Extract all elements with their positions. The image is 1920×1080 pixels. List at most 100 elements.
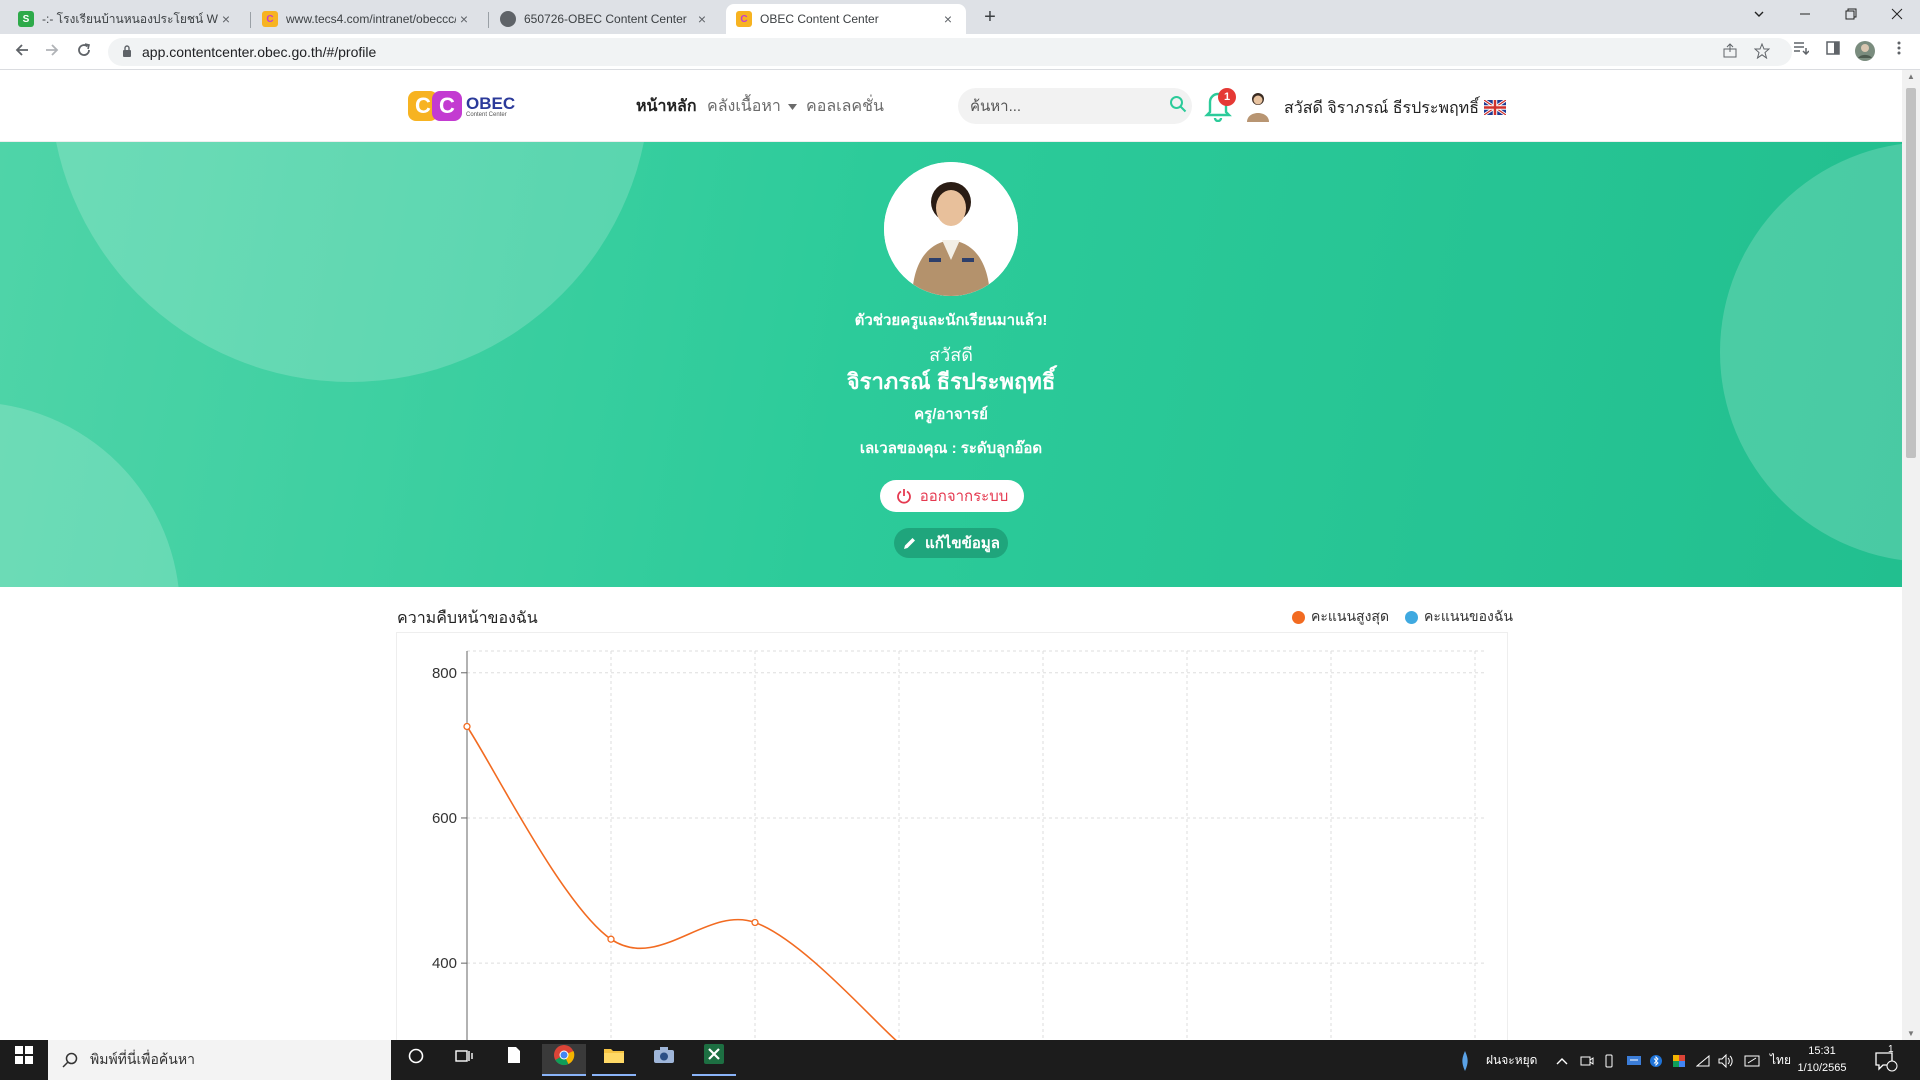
obec-logo[interactable]: C C OBEC Content Center bbox=[408, 86, 515, 126]
scrollbar-thumb[interactable] bbox=[1906, 88, 1916, 458]
user-avatar[interactable] bbox=[1243, 90, 1273, 122]
profile-name: จิราภรณ์ ธีรประพฤทธิ์ bbox=[846, 369, 1056, 394]
new-tab-button[interactable]: + bbox=[976, 6, 1004, 30]
forward-arrow-icon[interactable] bbox=[40, 40, 64, 64]
notification-count-badge: 1 bbox=[1218, 88, 1236, 106]
profile-tagline: ตัวช่วยครูและนักเรียนมาแล้ว! bbox=[854, 312, 1048, 329]
lock-icon bbox=[122, 44, 132, 60]
chart-data-point bbox=[751, 918, 759, 927]
chart-y-tick-label: 400 bbox=[432, 955, 457, 972]
decorative-circle bbox=[0, 402, 180, 587]
nav-content-label: คลังเนื้อหา bbox=[707, 98, 781, 115]
camera-icon[interactable] bbox=[642, 1044, 686, 1076]
header-user-greeting[interactable]: สวัสดี จิราภรณ์ ธีรประพฤทธิ์ bbox=[1284, 96, 1479, 121]
edit-profile-label: แก้ไขข้อมูล bbox=[925, 535, 1000, 552]
profile-role: ครู/อาจารย์ bbox=[914, 406, 988, 423]
browser-tab-4-active[interactable]: C OBEC Content Center × bbox=[726, 4, 966, 34]
search-icon[interactable] bbox=[1169, 95, 1187, 118]
action-center-icon[interactable] bbox=[1874, 1040, 1898, 1080]
windows-taskbar: พิมพ์ที่นี่เพื่อค้นหา ฝนจะหยุด ไทย 15:31… bbox=[0, 1040, 1920, 1080]
cortana-circle-icon[interactable] bbox=[394, 1044, 438, 1076]
bluetooth-icon[interactable] bbox=[1650, 1040, 1662, 1080]
excel-icon[interactable] bbox=[692, 1044, 736, 1076]
school-favicon-icon: S bbox=[18, 11, 34, 27]
taskbar-search-placeholder: พิมพ์ที่นี่เพื่อค้นหา bbox=[90, 1051, 195, 1067]
uk-flag-icon[interactable] bbox=[1483, 98, 1507, 117]
nav-collection[interactable]: คอลเลคชั่น bbox=[806, 94, 884, 119]
browser-address-bar: app.contentcenter.obec.go.th/#/profile bbox=[0, 34, 1920, 70]
task-view-icon[interactable] bbox=[442, 1044, 486, 1076]
scroll-down-arrow-icon[interactable]: ▼ bbox=[1902, 1029, 1920, 1038]
logout-button[interactable]: ออกจากระบบ bbox=[880, 480, 1024, 512]
reload-icon[interactable] bbox=[72, 40, 96, 64]
page-scrollbar[interactable]: ▲ ▼ bbox=[1902, 70, 1920, 1040]
progress-chart: 800 600 400 bbox=[396, 632, 1508, 1044]
browser-tab-3[interactable]: 650726-OBEC Content Center × bbox=[490, 4, 720, 34]
obec-favicon-icon: C bbox=[262, 11, 278, 27]
weather-icon[interactable] bbox=[1460, 1040, 1470, 1080]
edit-profile-button[interactable]: แก้ไขข้อมูล bbox=[894, 528, 1008, 558]
browser-profile-avatar-icon[interactable] bbox=[1854, 40, 1876, 62]
tab-close-icon[interactable]: × bbox=[456, 11, 472, 27]
volume-icon[interactable] bbox=[1718, 1040, 1734, 1080]
windows-start-icon[interactable] bbox=[2, 1044, 46, 1076]
nav-content-dropdown[interactable]: คลังเนื้อหา bbox=[707, 94, 798, 119]
logo-letter: C bbox=[432, 91, 462, 121]
bookmark-star-icon[interactable] bbox=[1753, 42, 1771, 63]
wifi-icon[interactable] bbox=[1695, 1040, 1710, 1080]
meet-now-icon[interactable] bbox=[1580, 1040, 1594, 1080]
reading-list-icon[interactable] bbox=[1790, 40, 1812, 62]
tab-close-icon[interactable]: × bbox=[694, 11, 710, 27]
legend-orange-dot bbox=[1292, 610, 1305, 624]
legend-item-max-score[interactable]: คะแนนสูงสุด bbox=[1292, 606, 1389, 628]
network-app-icon[interactable] bbox=[1626, 1040, 1642, 1080]
chrome-taskbar-icon[interactable] bbox=[542, 1044, 586, 1076]
tab-title: 650726-OBEC Content Center bbox=[524, 12, 687, 26]
tab-close-icon[interactable]: × bbox=[218, 11, 234, 27]
url-text: app.contentcenter.obec.go.th/#/profile bbox=[142, 44, 377, 60]
input-language[interactable]: ไทย bbox=[1770, 1040, 1791, 1080]
file-explorer-icon[interactable] bbox=[592, 1044, 636, 1076]
scroll-up-arrow-icon[interactable]: ▲ bbox=[1902, 72, 1920, 81]
close-window-icon[interactable] bbox=[1874, 0, 1920, 30]
legend-item-my-score[interactable]: คะแนนของฉัน bbox=[1405, 606, 1513, 628]
obec-favicon-icon: C bbox=[736, 11, 752, 27]
tab-close-icon[interactable]: × bbox=[940, 11, 956, 27]
logout-label: ออกจากระบบ bbox=[919, 488, 1009, 505]
logo-tagline: Content Center bbox=[466, 111, 507, 118]
tab-title: -:- โรงเรียนบ้านหนองประโยชน์ Wifi In bbox=[42, 11, 218, 26]
site-search-input[interactable] bbox=[970, 97, 1169, 115]
back-arrow-icon[interactable] bbox=[10, 40, 34, 64]
usb-device-icon[interactable] bbox=[1604, 1040, 1614, 1080]
nav-home[interactable]: หน้าหลัก bbox=[636, 94, 697, 119]
weather-status[interactable]: ฝนจะหยุด bbox=[1486, 1040, 1537, 1080]
power-icon bbox=[896, 489, 911, 504]
restore-icon[interactable] bbox=[1828, 0, 1874, 30]
chart-series-line bbox=[466, 726, 900, 1044]
legend-blue-dot bbox=[1405, 610, 1418, 624]
minimize-icon[interactable] bbox=[1782, 0, 1828, 30]
clock-date: 1/10/2565 bbox=[1797, 1062, 1847, 1074]
shield-icon[interactable] bbox=[1672, 1040, 1686, 1080]
url-field[interactable]: app.contentcenter.obec.go.th/#/profile bbox=[108, 38, 1792, 66]
taskbar-clock[interactable]: 15:31 1/10/2565 bbox=[1794, 1043, 1850, 1077]
side-panel-icon[interactable] bbox=[1822, 40, 1844, 62]
notepad-icon[interactable] bbox=[492, 1044, 536, 1076]
tab-search-icon[interactable] bbox=[1736, 0, 1782, 30]
taskbar-search-box[interactable]: พิมพ์ที่นี่เพื่อค้นหา bbox=[48, 1040, 391, 1080]
tray-chevron-icon[interactable] bbox=[1556, 1040, 1568, 1080]
pencil-icon bbox=[904, 537, 916, 549]
display-icon[interactable] bbox=[1744, 1040, 1760, 1080]
share-icon[interactable] bbox=[1722, 43, 1738, 63]
tab-title: OBEC Content Center bbox=[760, 12, 879, 26]
legend-label: คะแนนของฉัน bbox=[1424, 608, 1513, 624]
chart-y-tick-label: 800 bbox=[432, 665, 457, 682]
site-search-box bbox=[958, 88, 1192, 124]
profile-level: เลเวลของคุณ : ระดับลูกอ๊อด bbox=[859, 440, 1043, 457]
browser-tab-1[interactable]: S -:- โรงเรียนบ้านหนองประโยชน์ Wifi In × bbox=[8, 4, 244, 34]
profile-photo bbox=[884, 162, 1018, 296]
browser-tab-2[interactable]: C www.tecs4.com/intranet/obeccc/ × bbox=[252, 4, 482, 34]
browser-menu-icon[interactable] bbox=[1888, 40, 1910, 62]
logo-brand-text: OBEC bbox=[466, 93, 516, 113]
progress-line-chart: 800 600 400 bbox=[432, 650, 1487, 1044]
